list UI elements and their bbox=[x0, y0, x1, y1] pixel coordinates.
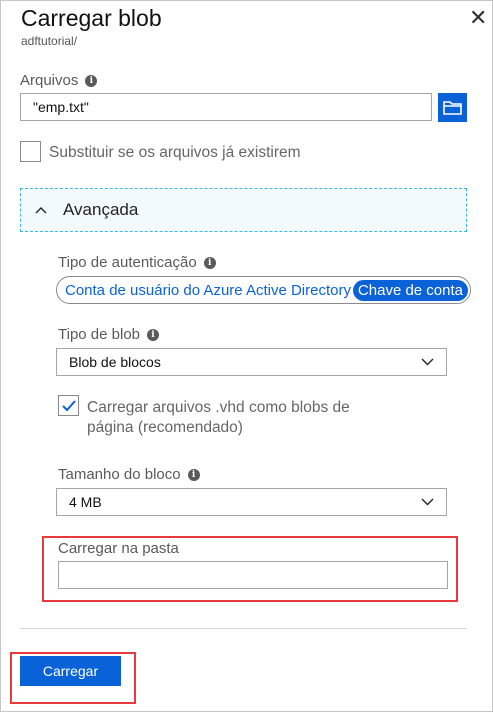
overwrite-label: Substituir se os arquivos já existirem bbox=[49, 144, 301, 161]
info-icon[interactable]: i bbox=[187, 468, 200, 481]
auth-label-text: Tipo de autenticação bbox=[58, 254, 197, 271]
folder-icon bbox=[443, 101, 462, 115]
chevron-up-icon bbox=[35, 207, 47, 214]
chevron-down-icon bbox=[421, 498, 434, 506]
info-icon[interactable]: i bbox=[147, 328, 160, 341]
blob-type-label: Tipo de blob i bbox=[58, 326, 160, 343]
panel-title: Carregar blob bbox=[21, 5, 162, 31]
info-icon[interactable]: i bbox=[85, 74, 98, 87]
vhd-label-line2: página (recomendado) bbox=[87, 419, 243, 436]
blob-type-value: Blob de blocos bbox=[69, 354, 161, 370]
block-size-select[interactable]: 4 MB bbox=[56, 488, 447, 516]
auth-option-aad[interactable]: Conta de usuário do Azure Active Directo… bbox=[65, 282, 351, 299]
blob-type-select[interactable]: Blob de blocos bbox=[56, 348, 447, 376]
vhd-label: Carregar arquivos .vhd como blobs de pág… bbox=[87, 398, 350, 438]
upload-button[interactable]: Carregar bbox=[20, 656, 121, 686]
advanced-section-toggle[interactable]: Avançada bbox=[20, 188, 467, 232]
divider bbox=[20, 628, 467, 629]
overwrite-checkbox[interactable] bbox=[20, 141, 41, 162]
panel-subtitle: adftutorial/ bbox=[21, 34, 78, 48]
checkmark-icon bbox=[61, 399, 76, 411]
block-size-value: 4 MB bbox=[69, 494, 102, 510]
blob-type-label-text: Tipo de blob bbox=[58, 326, 141, 343]
auth-option-account-key[interactable]: Chave de conta bbox=[352, 279, 468, 301]
advanced-label: Avançada bbox=[63, 200, 139, 219]
auth-type-toggle[interactable]: Conta de usuário do Azure Active Directo… bbox=[56, 276, 471, 304]
block-size-label-text: Tamanho do bloco bbox=[58, 466, 181, 483]
chevron-down-icon bbox=[421, 358, 434, 366]
info-icon[interactable]: i bbox=[203, 256, 216, 269]
files-input[interactable]: "emp.txt" bbox=[20, 93, 432, 121]
auth-label: Tipo de autenticação i bbox=[58, 254, 216, 271]
vhd-checkbox[interactable] bbox=[58, 395, 79, 416]
folder-label: Carregar na pasta bbox=[58, 540, 179, 557]
block-size-label: Tamanho do bloco i bbox=[58, 466, 200, 483]
vhd-label-line1: Carregar arquivos .vhd como blobs de bbox=[87, 399, 350, 416]
files-label-text: Arquivos bbox=[20, 72, 79, 89]
close-icon[interactable]: ✕ bbox=[469, 5, 487, 31]
browse-files-button[interactable] bbox=[438, 93, 467, 122]
folder-input[interactable] bbox=[58, 561, 448, 589]
files-label: Arquivos i bbox=[20, 72, 98, 89]
